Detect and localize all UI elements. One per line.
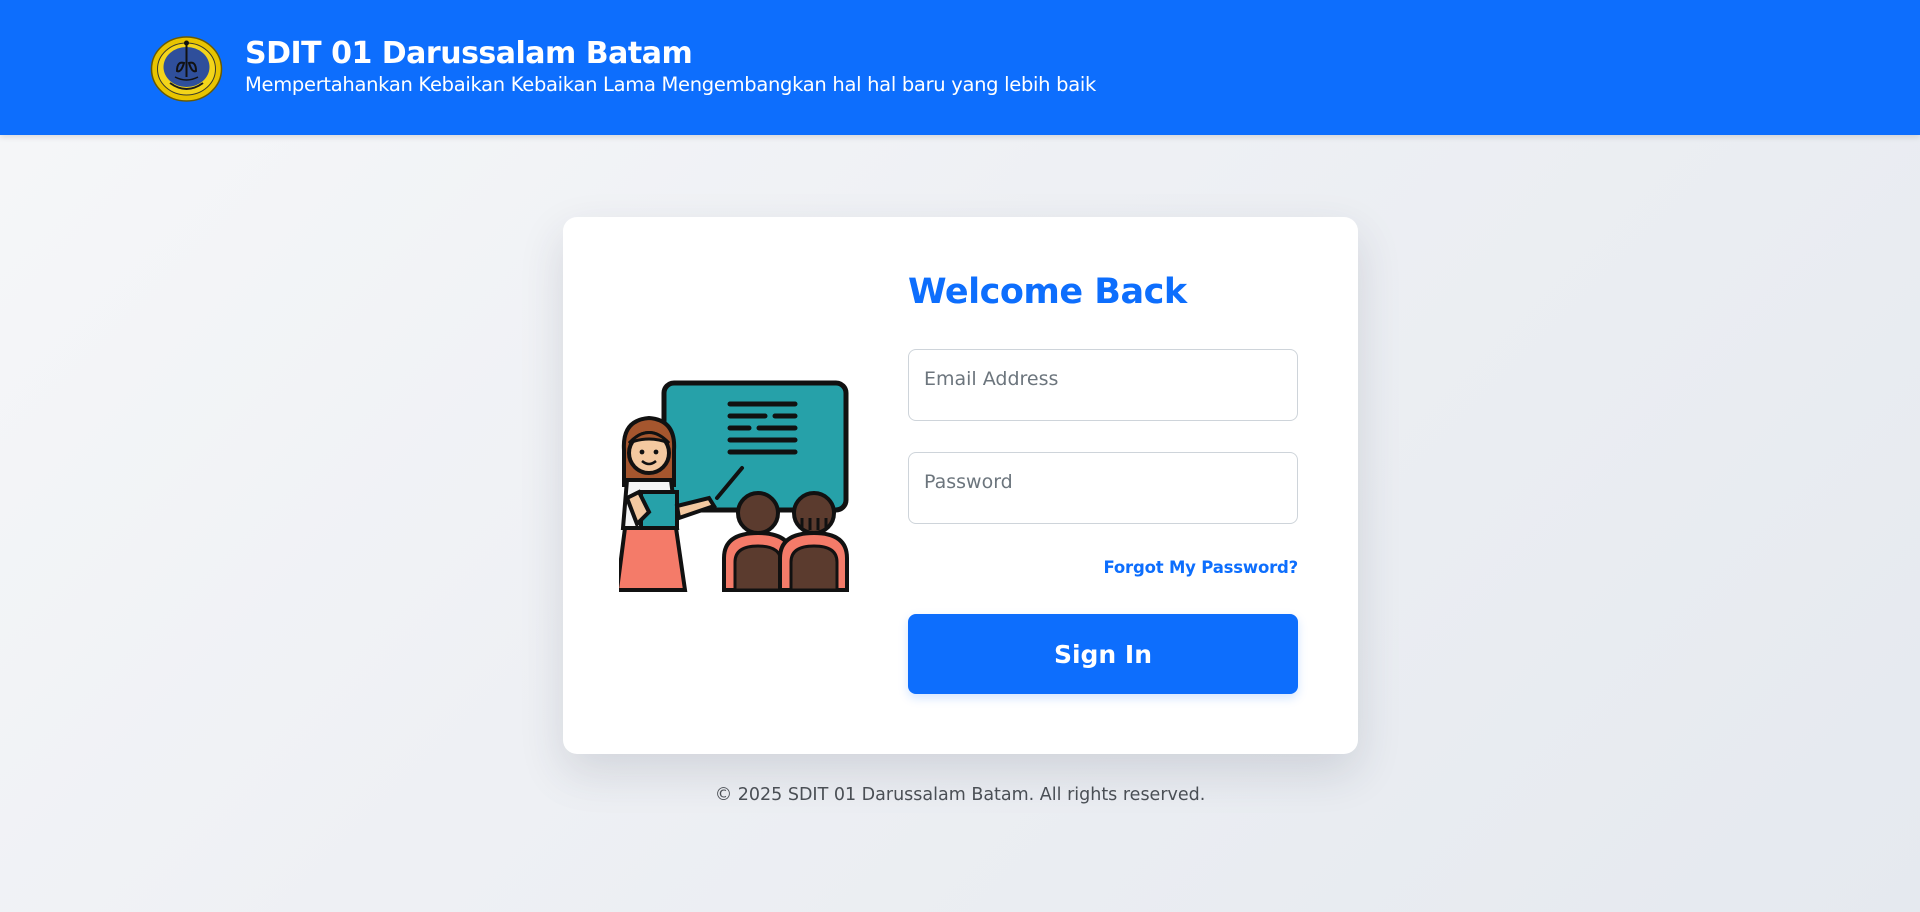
password-input[interactable] xyxy=(909,453,1297,523)
footer-copyright: © 2025 SDIT 01 Darussalam Batam. All rig… xyxy=(714,785,1206,805)
password-field[interactable] xyxy=(908,452,1298,524)
school-crest-icon xyxy=(150,36,223,102)
site-title: SDIT 01 Darussalam Batam xyxy=(245,36,693,71)
sign-in-button[interactable]: Sign In xyxy=(908,614,1298,694)
welcome-heading: Welcome Back xyxy=(908,272,1187,312)
teacher-classroom-illustration xyxy=(619,380,849,592)
login-card: Welcome Back Forgot My Password? Sign In xyxy=(563,217,1358,754)
email-field[interactable] xyxy=(908,349,1298,421)
site-tagline: Mempertahankan Kebaikan Kebaikan Lama Me… xyxy=(245,73,1096,96)
forgot-password-link[interactable]: Forgot My Password? xyxy=(1104,558,1299,577)
email-input[interactable] xyxy=(909,350,1297,420)
top-header: SDIT 01 Darussalam Batam Mempertahankan … xyxy=(0,0,1920,135)
